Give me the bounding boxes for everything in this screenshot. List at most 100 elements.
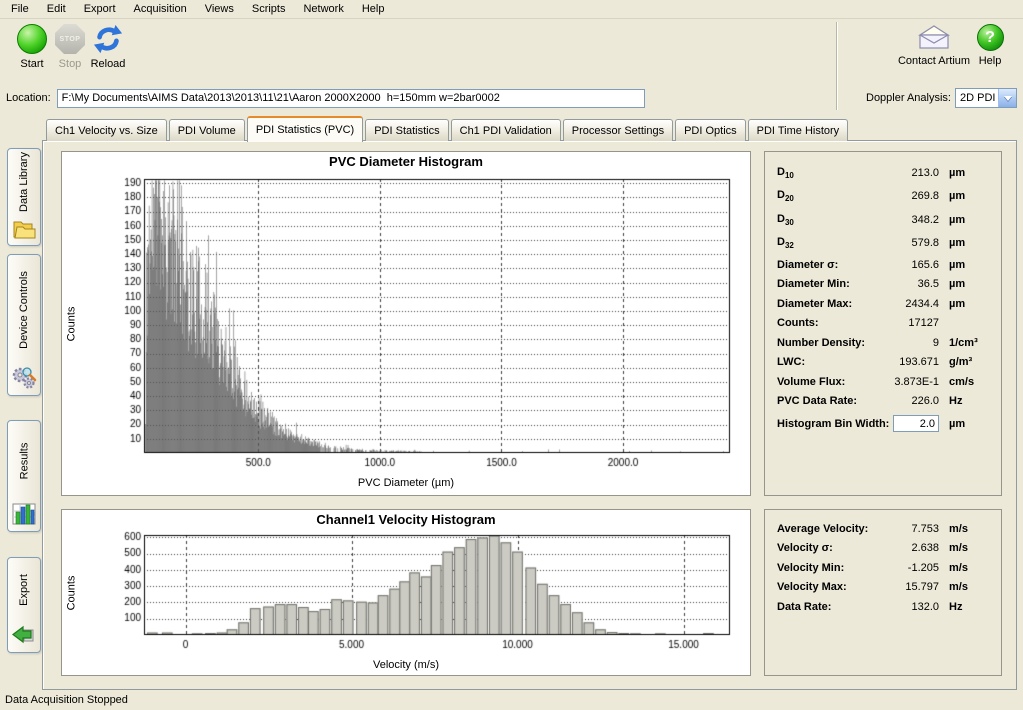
velocity-histogram-plot[interactable] bbox=[88, 530, 744, 652]
stat-unit: m/s bbox=[939, 523, 991, 535]
stat-label: Diameter Max: bbox=[777, 298, 852, 310]
help-icon: ? bbox=[977, 24, 1004, 51]
stat-row: Velocity σ:2.638m/s bbox=[777, 539, 991, 559]
stat-unit: Hz bbox=[939, 601, 991, 613]
tab-ch1-pdi-validation[interactable]: Ch1 PDI Validation bbox=[451, 119, 561, 141]
stat-value: 165.6 bbox=[838, 259, 939, 271]
location-label: Location: bbox=[6, 92, 51, 104]
stat-row: D10213.0µm bbox=[777, 161, 991, 185]
menu-item-export[interactable]: Export bbox=[75, 1, 125, 17]
stat-unit: Hz bbox=[939, 395, 991, 407]
stat-label: Counts: bbox=[777, 317, 819, 329]
stat-unit: g/m³ bbox=[939, 356, 991, 368]
velocity-y-axis-label: Counts bbox=[64, 510, 78, 675]
diameter-histogram-plot[interactable] bbox=[88, 174, 744, 470]
sidebar-item-device-controls[interactable]: Device Controls bbox=[7, 254, 41, 396]
stat-row: D32579.8µm bbox=[777, 232, 991, 256]
menu-item-scripts[interactable]: Scripts bbox=[243, 1, 295, 17]
stat-label: LWC: bbox=[777, 356, 805, 368]
combo-dropdown-button[interactable] bbox=[998, 89, 1016, 107]
menu-item-network[interactable]: Network bbox=[294, 1, 352, 17]
stat-row: Velocity Max:15.797m/s bbox=[777, 578, 991, 598]
diameter-y-axis-label: Counts bbox=[64, 152, 78, 495]
reload-icon bbox=[93, 24, 123, 54]
stat-label: Diameter σ: bbox=[777, 259, 838, 271]
stat-unit: µm bbox=[939, 259, 991, 271]
diameter-stats-panel: D10213.0µmD20269.8µmD30348.2µmD32579.8µm… bbox=[764, 151, 1002, 496]
doppler-analysis-label: Doppler Analysis: bbox=[866, 92, 951, 104]
tab-pdi-volume[interactable]: PDI Volume bbox=[169, 119, 245, 141]
export-arrow-icon bbox=[11, 622, 37, 648]
stat-value: 213.0 bbox=[794, 167, 939, 179]
reload-button[interactable]: Reload bbox=[82, 24, 134, 70]
stat-value: 36.5 bbox=[850, 278, 939, 290]
stat-label: Diameter Min: bbox=[777, 278, 850, 290]
velocity-stats-panel: Average Velocity:7.753m/sVelocity σ:2.63… bbox=[764, 509, 1002, 676]
menu-item-help[interactable]: Help bbox=[353, 1, 394, 17]
stat-value: 269.8 bbox=[794, 190, 939, 202]
stat-unit: µm bbox=[939, 190, 991, 202]
help-button[interactable]: ? Help bbox=[972, 24, 1008, 67]
stat-label: Velocity Min: bbox=[777, 562, 844, 574]
stat-unit: µm bbox=[939, 167, 991, 179]
stat-unit: m/s bbox=[939, 542, 991, 554]
stat-row: Diameter Max:2434.4µm bbox=[777, 294, 991, 314]
sidebar-item-export[interactable]: Export bbox=[7, 557, 41, 653]
menu-item-file[interactable]: File bbox=[2, 1, 38, 17]
tab-pdi-statistics[interactable]: PDI Statistics bbox=[365, 119, 448, 141]
sidebar-item-label: Device Controls bbox=[18, 271, 30, 349]
stat-value: -1.205 bbox=[844, 562, 939, 574]
menu-item-views[interactable]: Views bbox=[196, 1, 243, 17]
sidebar-item-label: Results bbox=[18, 443, 30, 480]
menu-item-acquisition[interactable]: Acquisition bbox=[125, 1, 196, 17]
sidebar-item-data-library[interactable]: Data Library bbox=[7, 148, 41, 246]
start-label: Start bbox=[20, 58, 43, 70]
tab-pdi-statistics-pvc[interactable]: PDI Statistics (PVC) bbox=[247, 116, 363, 142]
menu-bar: FileEditExportAcquisitionViewsScriptsNet… bbox=[0, 0, 1023, 19]
doppler-analysis-select[interactable]: 2D PDI bbox=[955, 88, 1017, 108]
stat-row: Number Density:91/cm³ bbox=[777, 333, 991, 353]
stat-value: 132.0 bbox=[831, 601, 939, 613]
diameter-x-axis-label: PVC Diameter (µm) bbox=[62, 477, 750, 489]
stop-label: Stop bbox=[59, 58, 82, 70]
toolbar: Start STOP Stop Reload Contact Artium ? … bbox=[0, 20, 1023, 84]
stat-label: D30 bbox=[777, 213, 794, 227]
tab-pdi-optics[interactable]: PDI Optics bbox=[675, 119, 746, 141]
contact-artium-button[interactable]: Contact Artium bbox=[902, 24, 966, 67]
stat-label: Data Rate: bbox=[777, 601, 831, 613]
stat-label: Volume Flux: bbox=[777, 376, 845, 388]
doppler-analysis-value: 2D PDI bbox=[956, 89, 998, 107]
stat-row: Diameter σ:165.6µm bbox=[777, 255, 991, 275]
stat-unit: µm bbox=[939, 214, 991, 226]
diameter-chart-title: PVC Diameter Histogram bbox=[62, 154, 750, 169]
stat-label: Velocity σ: bbox=[777, 542, 833, 554]
histogram-bin-width-row: Histogram Bin Width:µm bbox=[777, 414, 991, 434]
tab-strip: Ch1 Velocity vs. SizePDI VolumePDI Stati… bbox=[46, 117, 850, 141]
stat-value: 7.753 bbox=[868, 523, 939, 535]
stat-row: D20269.8µm bbox=[777, 185, 991, 209]
stat-row: Data Rate:132.0Hz bbox=[777, 597, 991, 617]
stat-unit: µm bbox=[939, 278, 991, 290]
tab-pdi-time-history[interactable]: PDI Time History bbox=[748, 119, 849, 141]
stat-label: PVC Data Rate: bbox=[777, 395, 857, 407]
tab-processor-settings[interactable]: Processor Settings bbox=[563, 119, 673, 141]
stat-label: Number Density: bbox=[777, 337, 865, 349]
tab-ch1-velocity-vs-size[interactable]: Ch1 Velocity vs. Size bbox=[46, 119, 167, 141]
stat-row: Average Velocity:7.753m/s bbox=[777, 519, 991, 539]
stat-value: 226.0 bbox=[857, 395, 939, 407]
menu-item-edit[interactable]: Edit bbox=[38, 1, 75, 17]
histogram-bin-width-label: Histogram Bin Width: bbox=[777, 418, 889, 430]
stat-value: 579.8 bbox=[794, 237, 939, 249]
envelope-icon bbox=[917, 24, 951, 51]
stat-value: 15.797 bbox=[847, 581, 939, 593]
stat-row: Diameter Min:36.5µm bbox=[777, 275, 991, 295]
stat-label: D32 bbox=[777, 236, 794, 250]
location-row: Location: Doppler Analysis: 2D PDI bbox=[0, 86, 1023, 110]
stat-row: LWC:193.671g/m³ bbox=[777, 353, 991, 373]
location-input[interactable] bbox=[57, 89, 645, 108]
stat-unit: m/s bbox=[939, 581, 991, 593]
sidebar-item-results[interactable]: Results bbox=[7, 420, 41, 532]
diameter-histogram-panel: PVC Diameter Histogram Counts PVC Diamet… bbox=[61, 151, 751, 496]
stat-row: PVC Data Rate:226.0Hz bbox=[777, 392, 991, 412]
histogram-bin-width-input[interactable] bbox=[893, 415, 939, 432]
